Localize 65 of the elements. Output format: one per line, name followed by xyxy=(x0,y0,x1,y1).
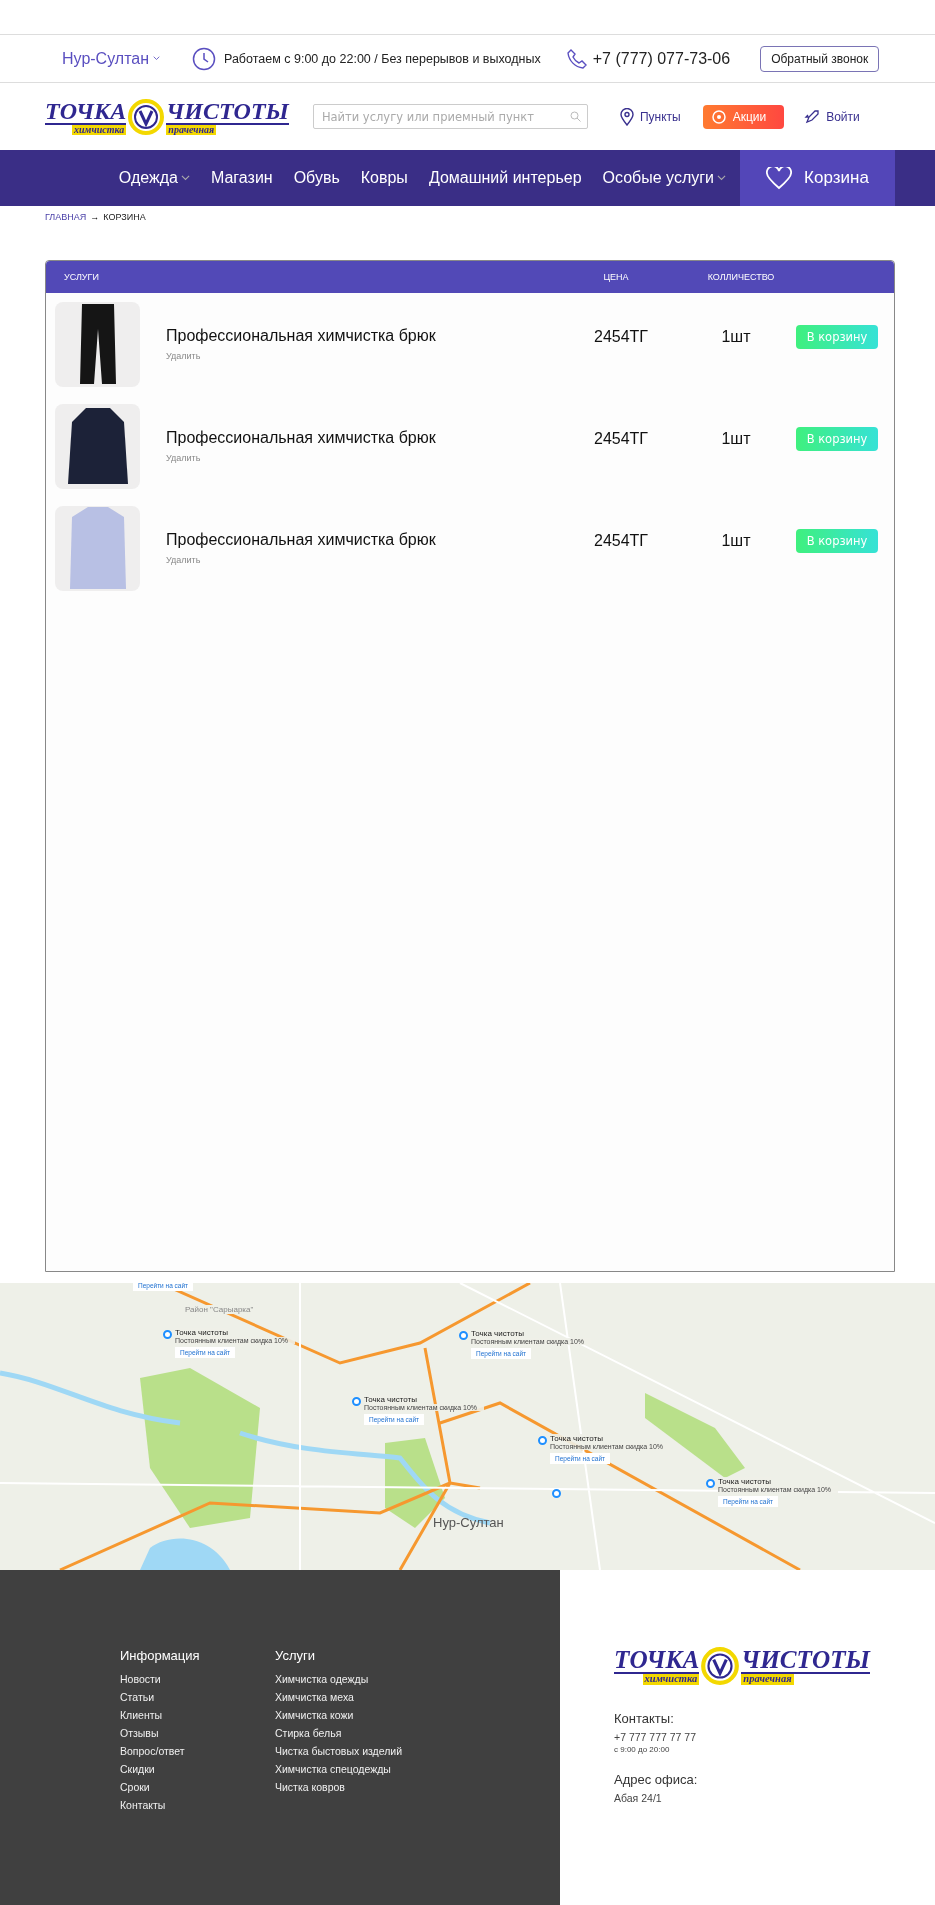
footer-link[interactable]: Химчистка спецодежды xyxy=(275,1763,445,1775)
footer-link[interactable]: Скидки xyxy=(120,1763,220,1775)
nav-item[interactable]: Ковры xyxy=(360,169,408,187)
marker-title: Точка чистоты xyxy=(718,1477,771,1486)
marker-title: Точка чистоты xyxy=(471,1329,524,1338)
remove-link[interactable]: Удалить xyxy=(166,555,566,565)
price: 2454ТГ xyxy=(593,430,649,448)
remove-link[interactable]: Удалить xyxy=(166,453,566,463)
breadcrumb-link[interactable]: КОРЗИНА xyxy=(103,212,146,254)
footer-link[interactable]: Отзывы xyxy=(120,1727,220,1739)
column-header: ЦЕНА xyxy=(602,272,630,282)
logo-tagline: прачечная xyxy=(741,1674,794,1685)
remove-link[interactable]: Удалить xyxy=(166,351,566,361)
marker-title: Точка чистоты xyxy=(175,1328,228,1337)
nav-item[interactable]: Магазин xyxy=(210,169,273,187)
logo-tagline: химчистка xyxy=(642,1674,700,1685)
quantity: 1шт xyxy=(720,532,752,550)
footer-link[interactable]: Чистка быстовых изделий xyxy=(275,1745,445,1757)
footer-address: Абая 24/1 xyxy=(614,1792,663,1804)
search-field[interactable]: Найти услугу или приемный пункт xyxy=(312,104,588,129)
footer-link[interactable]: Новости xyxy=(120,1673,220,1685)
footer-link[interactable]: Клиенты xyxy=(120,1709,220,1721)
footer-phone-hours: с 9:00 до 20:00 xyxy=(614,1745,671,1754)
logo-tagline: прачечная xyxy=(166,124,217,135)
service-title: Профессиональная химчистка брюк xyxy=(166,429,437,447)
footer-phone: +7 777 777 77 77 xyxy=(614,1731,698,1743)
address-heading: Адрес офиса: xyxy=(614,1772,699,1787)
nav-item[interactable]: Одежда xyxy=(118,169,190,187)
marker-title: Точка чистоты xyxy=(364,1395,417,1404)
footer-link[interactable]: Вопрос/ответ xyxy=(120,1745,220,1757)
working-hours: Работаем с 9:00 до 22:00 / Без перерывов и выходных xyxy=(224,51,541,66)
footer-link[interactable]: Химчистка одежды xyxy=(275,1673,445,1685)
footer-link[interactable]: Статьи xyxy=(120,1691,220,1703)
service-title: Профессиональная химчистка брюк xyxy=(166,531,437,549)
footer-link[interactable]: Сроки xyxy=(120,1781,220,1793)
footer-link[interactable]: Чистка ковров xyxy=(275,1781,445,1793)
callback-button[interactable]: Обратный звонок xyxy=(760,45,880,72)
column-header: УСЛУГИ xyxy=(63,272,100,282)
district-label: Район "Сарыарка" xyxy=(185,1305,254,1314)
nav-item[interactable]: Особые услуги xyxy=(602,169,726,187)
points-link[interactable]: Пункты xyxy=(619,107,681,126)
footer-link[interactable]: Химчистка меха xyxy=(275,1691,445,1703)
footer-link[interactable]: Стирка белья xyxy=(275,1727,445,1739)
phone-number[interactable]: +7 (777) 077-73-06 xyxy=(592,49,731,68)
footer-heading: Информация xyxy=(120,1648,201,1663)
price: 2454ТГ xyxy=(593,328,649,346)
footer-heading: Услуги xyxy=(275,1648,316,1663)
column-header: КОЛЛИЧЕСТВО xyxy=(706,272,776,282)
cart-button[interactable]: Корзина xyxy=(740,150,895,206)
quantity: 1шт xyxy=(720,328,752,346)
price: 2454ТГ xyxy=(593,532,649,550)
footer-link[interactable]: Контакты xyxy=(120,1799,220,1811)
logo-tagline: химчистка xyxy=(72,124,127,135)
city-selector[interactable]: Нур-Султан xyxy=(62,49,192,68)
breadcrumb-separator: → xyxy=(90,212,100,224)
contacts-heading: Контакты: xyxy=(614,1711,675,1726)
city-label: Нур-Султан xyxy=(433,1515,504,1530)
footer-link[interactable]: Химчистка кожи xyxy=(275,1709,445,1721)
marker-title: Точка чистоты xyxy=(550,1434,603,1443)
nav-item[interactable]: Обувь xyxy=(293,169,340,187)
quantity: 1шт xyxy=(720,430,752,448)
nav-item[interactable]: Домашний интерьер xyxy=(428,169,582,187)
login-link[interactable]: Войти xyxy=(804,108,860,125)
breadcrumb-link[interactable]: ГЛАВНАЯ xyxy=(45,212,87,254)
service-title: Профессиональная химчистка брюк xyxy=(166,327,437,345)
